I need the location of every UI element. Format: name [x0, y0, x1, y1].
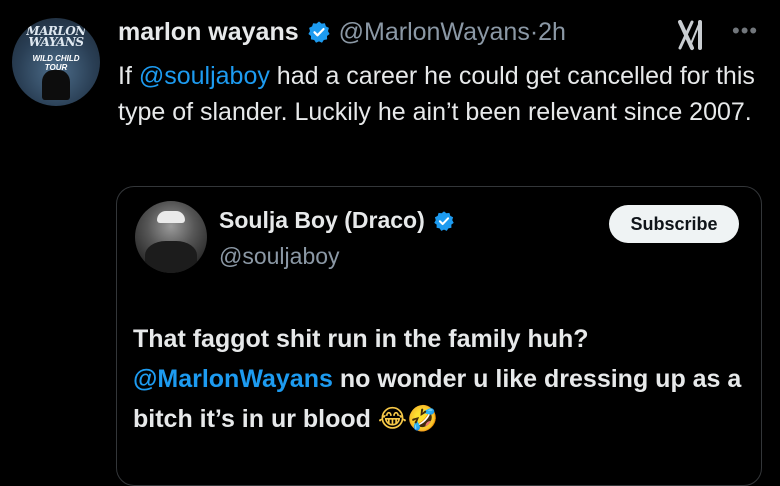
handle[interactable]: @MarlonWayans	[339, 18, 530, 47]
tweet-text-start: If	[118, 62, 139, 90]
mention-link[interactable]: @souljaboy	[139, 62, 270, 90]
x-logo-icon[interactable]	[676, 18, 710, 52]
tweet-header: marlon wayans @MarlonWayans · 2h	[118, 14, 566, 50]
quoted-text-start: That faggot shit run in the family huh?	[133, 325, 589, 353]
tweet-text: If @souljaboy had a career he could get …	[118, 58, 758, 130]
avatar-cap	[157, 211, 185, 223]
laughing-emoji-icon: 😂🤣	[377, 404, 439, 433]
quoted-name-row: Soulja Boy (Draco)	[219, 207, 455, 234]
avatar-body	[145, 241, 197, 273]
quoted-display-name[interactable]: Soulja Boy (Draco)	[219, 207, 425, 234]
avatar-figure	[42, 70, 70, 100]
verified-badge-icon	[434, 210, 454, 231]
avatar[interactable]: MARLON WAYANS WILD CHILD TOUR	[12, 18, 100, 106]
avatar-logo-text: MARLON WAYANS	[26, 24, 86, 49]
quoted-handle[interactable]: @souljaboy	[219, 243, 340, 270]
display-name[interactable]: marlon wayans	[118, 18, 299, 47]
quoted-tweet-text: That faggot shit run in the family huh? @…	[133, 319, 753, 439]
subscribe-button[interactable]: Subscribe	[609, 205, 739, 243]
verified-badge-icon	[308, 21, 330, 43]
quoted-mention-link[interactable]: @MarlonWayans	[133, 365, 333, 393]
separator: ·	[529, 17, 539, 46]
more-options-icon[interactable]: •••	[732, 18, 758, 44]
timestamp[interactable]: 2h	[538, 18, 566, 47]
quoted-tweet-card[interactable]: Soulja Boy (Draco) @souljaboy Subscribe …	[116, 186, 762, 486]
quoted-avatar[interactable]	[135, 201, 207, 273]
